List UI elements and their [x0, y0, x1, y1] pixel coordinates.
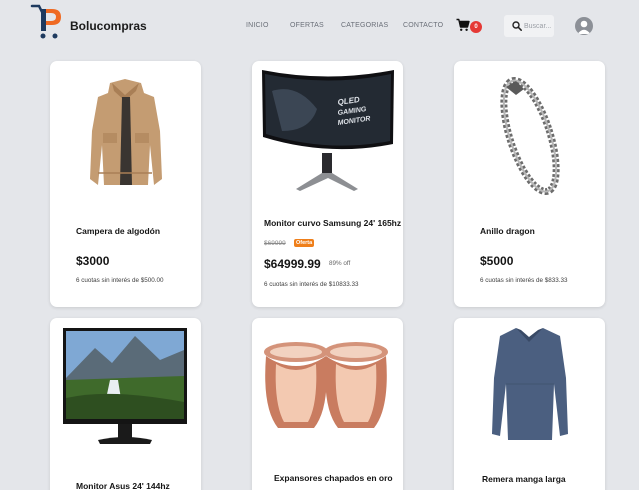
product-card[interactable]: Anillo dragon $5000 6 cuotas sin interés… — [454, 61, 605, 307]
nav-categorias[interactable]: CATEGORIAS — [341, 22, 388, 29]
jacket-image — [90, 79, 162, 185]
search-input[interactable] — [524, 18, 554, 34]
old-price: $69999 — [264, 240, 286, 247]
product-card[interactable]: Expansores chapados en oro — [252, 318, 403, 490]
search-icon — [512, 21, 522, 31]
product-name: Anillo dragon — [480, 226, 535, 236]
user-icon — [577, 20, 591, 34]
bracelet-image — [500, 76, 560, 196]
product-name: Expansores chapados en oro — [274, 473, 393, 483]
product-name: Remera manga larga — [482, 474, 566, 484]
search-box[interactable] — [504, 15, 554, 37]
expanders-image — [264, 342, 388, 428]
product-card[interactable]: Campera de algodón $3000 6 cuotas sin in… — [50, 61, 201, 307]
product-price: $5000 — [480, 254, 514, 268]
cart-count-badge: 0 — [470, 21, 482, 33]
monitor-image — [63, 328, 187, 444]
user-avatar[interactable] — [575, 17, 593, 35]
nav-inicio[interactable]: INICIO — [246, 22, 269, 29]
nav-contacto[interactable]: CONTACTO — [403, 22, 443, 29]
product-installments: 6 cuotas sin interés de $500.00 — [76, 277, 164, 284]
brand-name[interactable]: Bolucompras — [70, 19, 147, 33]
product-price: $3000 — [76, 254, 110, 268]
product-price: $64999.99 — [264, 257, 321, 271]
product-name: Monitor Asus 24' 144hz — [76, 481, 170, 490]
product-card[interactable]: Remera manga larga — [454, 318, 605, 490]
nav-ofertas[interactable]: OFERTAS — [290, 22, 324, 29]
product-installments: 6 cuotas sin interés de $833.33 — [480, 277, 568, 284]
shirt-image — [492, 328, 568, 440]
offer-badge: Oferta — [294, 239, 315, 247]
logo-icon[interactable] — [30, 2, 66, 40]
discount-label: 89% off — [329, 260, 351, 267]
product-card[interactable]: Monitor Asus 24' 144hz — [50, 318, 201, 490]
product-installments: 6 cuotas sin interés de $10833.33 — [264, 281, 359, 288]
product-name: Campera de algodón — [76, 226, 161, 236]
product-card[interactable]: QLED GAMING MONITOR Monitor curvo Samsun… — [252, 61, 403, 307]
cart-icon[interactable] — [456, 18, 470, 32]
curved-monitor-image: QLED GAMING MONITOR — [262, 70, 394, 191]
product-name: Monitor curvo Samsung 24' 165hz — [264, 218, 402, 228]
top-navbar: Bolucompras INICIO OFERTAS CATEGORIAS CO… — [0, 0, 639, 54]
